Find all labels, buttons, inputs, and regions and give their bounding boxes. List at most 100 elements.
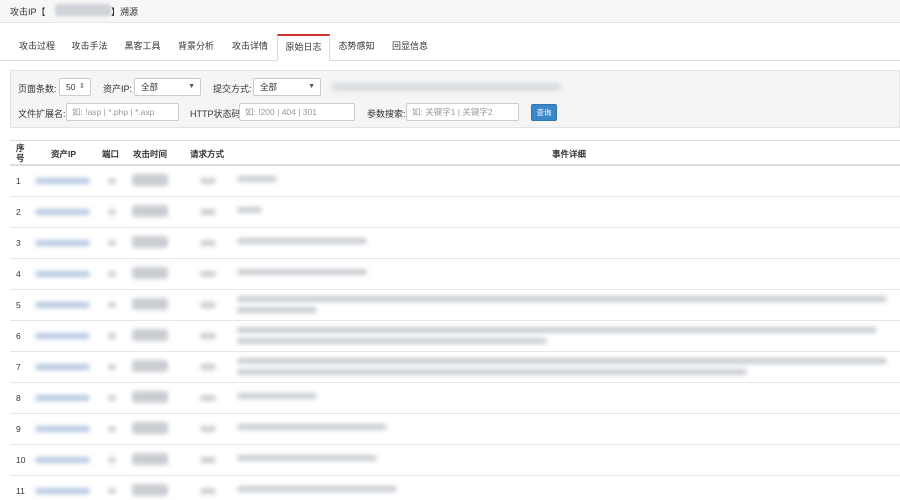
http-status-label: HTTP状态码: bbox=[190, 109, 243, 119]
file-ext-input[interactable]: 如: !asp | *.php | *.asp bbox=[66, 103, 179, 121]
table-row[interactable]: 4 bbox=[10, 259, 900, 290]
redacted-detail bbox=[237, 269, 367, 275]
redacted-ip bbox=[35, 333, 90, 339]
redacted-port bbox=[108, 364, 116, 370]
redacted-port bbox=[108, 271, 116, 277]
redacted-detail bbox=[237, 296, 887, 302]
redacted-detail bbox=[237, 176, 277, 182]
title-bracket: 】 bbox=[111, 7, 121, 17]
title-bar: 攻击IP【 】 溯源 bbox=[0, 0, 900, 23]
row-index: 7 bbox=[16, 362, 21, 372]
stepper-icon: ⇕ bbox=[79, 83, 85, 90]
caret-down-icon: ▼ bbox=[188, 83, 195, 90]
redacted-port bbox=[108, 488, 116, 494]
redacted-detail bbox=[237, 207, 262, 213]
tab-attack-process[interactable]: 攻击过程 bbox=[11, 34, 63, 59]
redacted-ip bbox=[35, 271, 90, 277]
caret-down-icon: ▼ bbox=[308, 83, 315, 90]
redacted-time bbox=[132, 236, 168, 248]
redacted-detail bbox=[237, 486, 397, 492]
tab-hacker-tools[interactable]: 黑客工具 bbox=[116, 34, 169, 59]
redacted-time bbox=[132, 267, 168, 279]
row-index: 11 bbox=[16, 486, 25, 496]
redacted-port bbox=[108, 426, 116, 432]
redacted-time bbox=[132, 453, 168, 465]
table-row[interactable]: 10 bbox=[10, 445, 900, 476]
redacted-method bbox=[200, 178, 216, 184]
redacted-method bbox=[200, 364, 216, 370]
param-search-placeholder: 如: 关键字1 | 关键字2 bbox=[412, 107, 493, 117]
param-search-label: 参数搜索: bbox=[367, 109, 406, 119]
redacted-time bbox=[132, 174, 168, 186]
redacted-ip bbox=[35, 240, 90, 246]
table-row[interactable]: 6 bbox=[10, 321, 900, 352]
tab-background-analysis[interactable]: 背景分析 bbox=[169, 34, 223, 59]
http-status-placeholder: 如: !200 | 404 | 301 bbox=[245, 107, 317, 117]
redacted-method bbox=[200, 240, 216, 246]
redacted-time bbox=[132, 422, 168, 434]
redacted-ip bbox=[35, 302, 90, 308]
redacted-ip bbox=[35, 178, 90, 184]
title-suffix: 溯源 bbox=[120, 7, 139, 17]
asset-ip-label: 资产IP: bbox=[103, 84, 133, 94]
redacted-time bbox=[132, 298, 168, 310]
redacted-ip bbox=[35, 426, 90, 432]
method-label: 提交方式: bbox=[213, 84, 252, 94]
col-method: 请求方式 bbox=[190, 149, 225, 159]
row-index: 4 bbox=[16, 269, 21, 279]
redacted-method bbox=[200, 333, 216, 339]
table-row[interactable]: 1 bbox=[10, 166, 900, 197]
redacted-detail bbox=[237, 393, 317, 399]
redacted-detail bbox=[237, 369, 747, 375]
row-index: 5 bbox=[16, 300, 21, 310]
asset-ip-select[interactable]: 全部 ▼ bbox=[134, 78, 201, 96]
param-search-input[interactable]: 如: 关键字1 | 关键字2 bbox=[406, 103, 519, 121]
tab-attack-details[interactable]: 攻击详情 bbox=[223, 34, 277, 59]
col-asset-ip: 资产IP bbox=[51, 149, 77, 159]
table-row[interactable]: 3 bbox=[10, 228, 900, 259]
table-row[interactable]: 2 bbox=[10, 197, 900, 228]
tab-attack-method[interactable]: 攻击手法 bbox=[63, 34, 116, 59]
redacted-ip bbox=[35, 364, 90, 370]
redacted-text bbox=[331, 83, 561, 91]
http-status-input[interactable]: 如: !200 | 404 | 301 bbox=[239, 103, 355, 121]
redacted-ip bbox=[35, 209, 90, 215]
masked-ip bbox=[55, 4, 111, 16]
col-index: 序号 bbox=[16, 143, 25, 163]
redacted-port bbox=[108, 457, 116, 463]
redacted-time bbox=[132, 205, 168, 217]
redacted-detail bbox=[237, 358, 887, 364]
page-size-select[interactable]: 50 ⇕ bbox=[59, 78, 91, 96]
row-index: 2 bbox=[16, 207, 21, 217]
redacted-method bbox=[200, 426, 216, 432]
method-select[interactable]: 全部 ▼ bbox=[253, 78, 321, 96]
query-button[interactable]: 查询 bbox=[531, 104, 557, 121]
redacted-detail bbox=[237, 424, 387, 430]
col-attack-time: 攻击时间 bbox=[133, 149, 168, 159]
redacted-port bbox=[108, 178, 116, 184]
redacted-port bbox=[108, 395, 116, 401]
redacted-detail bbox=[237, 327, 877, 333]
table-row[interactable]: 8 bbox=[10, 383, 900, 414]
col-port: 端口 bbox=[102, 149, 120, 159]
redacted-detail bbox=[237, 455, 377, 461]
file-ext-placeholder: 如: !asp | *.php | *.asp bbox=[72, 107, 155, 117]
table-row[interactable]: 7 bbox=[10, 352, 900, 383]
table-row[interactable]: 11 bbox=[10, 476, 900, 500]
table-row[interactable]: 9 bbox=[10, 414, 900, 445]
redacted-time bbox=[132, 391, 168, 403]
tab-bar: 攻击过程 攻击手法 黑客工具 背景分析 攻击详情 原始日志 态势感知 回显信息 bbox=[0, 34, 900, 61]
redacted-port bbox=[108, 302, 116, 308]
tab-raw-log[interactable]: 原始日志 bbox=[277, 34, 330, 61]
table-row[interactable]: 5 bbox=[10, 290, 900, 321]
col-event-detail: 事件详细 bbox=[552, 149, 587, 159]
redacted-port bbox=[108, 240, 116, 246]
filter-panel: 页面条数: 50 ⇕ 资产IP: 全部 ▼ 提交方式: 全部 ▼ 文件扩展名: … bbox=[10, 70, 900, 128]
asset-ip-value: 全部 bbox=[141, 82, 159, 92]
redacted-time bbox=[132, 329, 168, 341]
redacted-port bbox=[108, 209, 116, 215]
row-index: 10 bbox=[16, 455, 26, 465]
redacted-detail bbox=[237, 307, 317, 313]
tab-situation-awareness[interactable]: 态势感知 bbox=[330, 34, 383, 59]
tab-echo-info[interactable]: 回显信息 bbox=[383, 34, 437, 59]
